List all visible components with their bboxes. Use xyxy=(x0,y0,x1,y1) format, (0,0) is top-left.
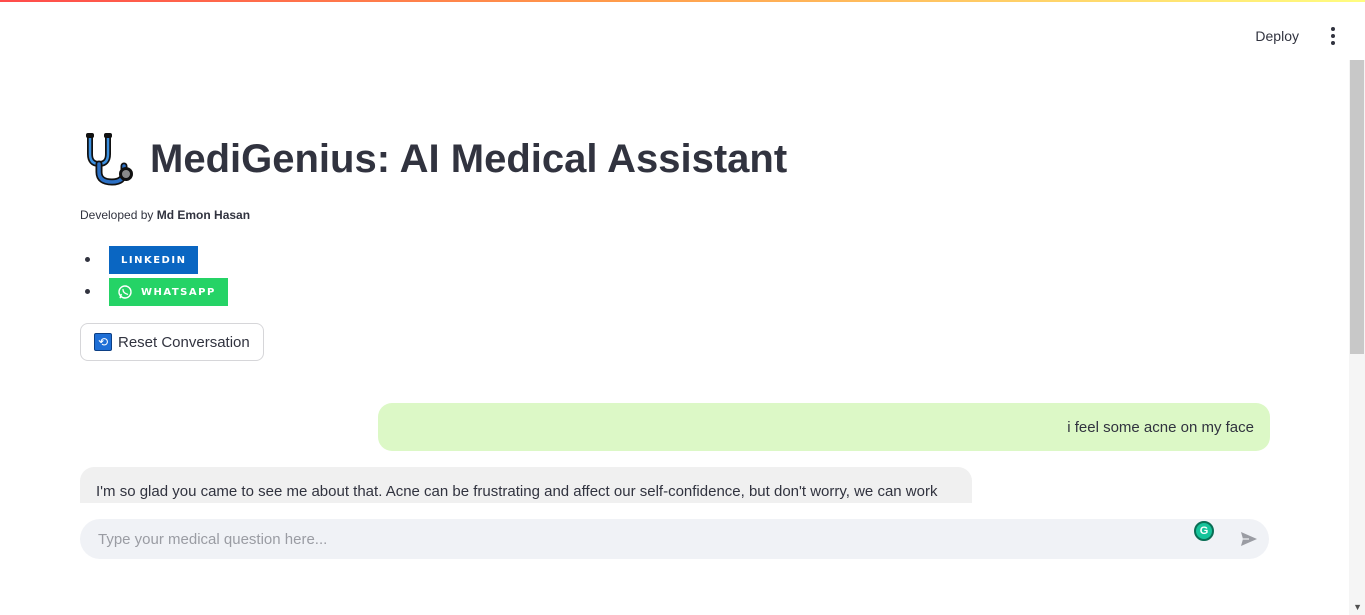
developer-credit: Developed by Md Emon Hasan xyxy=(80,208,250,222)
grammarly-icon[interactable]: G xyxy=(1194,521,1214,541)
top-decoration-bar xyxy=(0,0,1365,2)
page-title-row: MediGenius: AI Medical Assistant xyxy=(82,132,787,186)
reset-conversation-label: Reset Conversation xyxy=(118,333,250,351)
linkedin-label: LINKEDIN xyxy=(121,254,187,266)
assistant-message: I'm so glad you came to see me about tha… xyxy=(80,467,972,503)
whatsapp-icon xyxy=(118,285,132,299)
whatsapp-badge[interactable]: WHATSAPP xyxy=(109,278,228,306)
page-title: MediGenius: AI Medical Assistant xyxy=(150,136,788,181)
chat-messages[interactable]: i feel some acne on my face I'm so glad … xyxy=(80,395,1270,503)
whatsapp-label: WHATSAPP xyxy=(141,286,216,298)
reset-conversation-button[interactable]: ⟲ Reset Conversation xyxy=(80,323,264,361)
repeat-icon: ⟲ xyxy=(94,333,112,351)
scrollbar-thumb[interactable] xyxy=(1350,60,1364,354)
scroll-down-arrow-icon[interactable]: ▼ xyxy=(1353,602,1362,612)
developer-name: Md Emon Hasan xyxy=(156,208,251,222)
list-item: LINKEDIN xyxy=(80,246,228,274)
user-message: i feel some acne on my face xyxy=(378,403,1270,451)
send-icon[interactable] xyxy=(1239,529,1259,549)
social-links-list: LINKEDIN WHATSAPP xyxy=(80,246,228,310)
bullet xyxy=(85,257,90,262)
developer-prefix: Developed by xyxy=(80,208,157,222)
deploy-button[interactable]: Deploy xyxy=(1249,24,1305,48)
bullet xyxy=(85,289,90,294)
page-scrollbar[interactable]: ▼ xyxy=(1349,60,1365,615)
app-header: Deploy xyxy=(1249,24,1343,48)
list-item: WHATSAPP xyxy=(80,278,228,306)
more-vertical-icon[interactable] xyxy=(1323,24,1343,48)
chat-input[interactable] xyxy=(96,529,1253,549)
chat-input-container: G xyxy=(80,519,1269,559)
linkedin-badge[interactable]: LINKEDIN xyxy=(109,246,199,274)
stethoscope-icon xyxy=(86,133,133,186)
